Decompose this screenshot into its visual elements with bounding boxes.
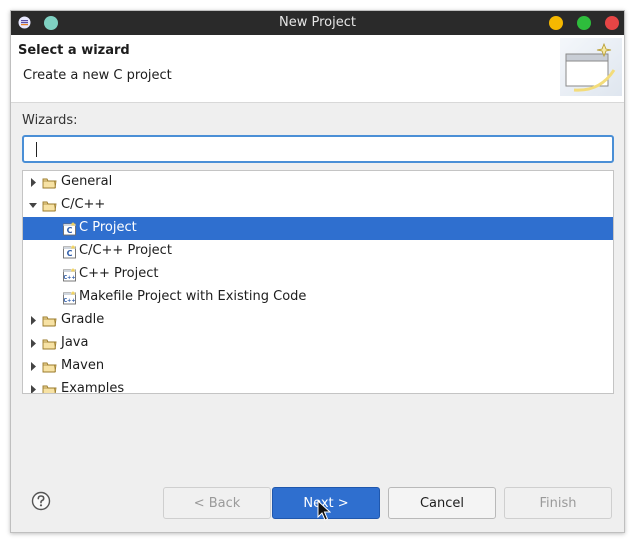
finish-button[interactable]: Finish xyxy=(504,487,612,519)
help-icon[interactable] xyxy=(31,491,51,511)
tree-item-label: Java xyxy=(61,335,89,350)
tree-item-row[interactable]: C++ Makefile Project with Existing Code xyxy=(23,286,613,309)
tree-item-label: Maven xyxy=(61,358,105,373)
minimize-button[interactable] xyxy=(549,16,563,30)
expand-arrow-icon[interactable] xyxy=(27,332,39,355)
tree-folder-row[interactable]: C/C++ xyxy=(23,194,613,217)
back-button[interactable]: < Back xyxy=(163,487,271,519)
tree-item-label: C/C++ Project xyxy=(79,243,172,258)
c-project-icon: C xyxy=(63,245,76,259)
title-bar[interactable]: New Project xyxy=(11,11,624,35)
cpp-project-icon: C++ xyxy=(63,291,76,305)
tree-item-label: Examples xyxy=(61,381,125,394)
folder-icon xyxy=(42,362,57,373)
tree-folder-row[interactable]: Maven xyxy=(23,355,613,378)
svg-text:C++: C++ xyxy=(63,275,75,281)
tree-folder-row[interactable]: Java xyxy=(23,332,613,355)
c-project-icon: C xyxy=(63,222,76,236)
tree-folder-row[interactable]: General xyxy=(23,171,613,194)
wizards-label: Wizards: xyxy=(22,113,78,128)
tree-folder-row[interactable]: Examples xyxy=(23,378,613,394)
tree-item-label: Gradle xyxy=(61,312,105,327)
wizard-filter-input[interactable] xyxy=(22,135,614,163)
dialog-window: New Project Select a wizard Create a new… xyxy=(10,10,625,533)
tree-item-label: Makefile Project with Existing Code xyxy=(79,289,307,304)
folder-icon xyxy=(42,339,57,350)
folder-icon xyxy=(42,178,57,189)
tree-item-label: C++ Project xyxy=(79,266,159,281)
folder-icon xyxy=(42,316,57,327)
cpp-project-icon: C++ xyxy=(63,268,76,282)
page-title: Select a wizard xyxy=(18,43,130,58)
expand-arrow-icon[interactable] xyxy=(27,309,39,332)
svg-text:C: C xyxy=(67,226,73,235)
close-button[interactable] xyxy=(605,16,619,30)
expand-arrow-icon[interactable] xyxy=(27,171,39,194)
tree-folder-row[interactable]: Gradle xyxy=(23,309,613,332)
wizard-tree[interactable]: General C/C++ C C Project C C/C++ Project C++ C… xyxy=(22,170,614,394)
collapse-arrow-icon[interactable] xyxy=(27,194,39,217)
expand-arrow-icon[interactable] xyxy=(27,378,39,394)
page-description: Create a new C project xyxy=(23,68,172,83)
svg-text:C++: C++ xyxy=(63,298,75,304)
expand-arrow-icon[interactable] xyxy=(27,355,39,378)
svg-text:C: C xyxy=(67,249,73,258)
tree-item-label: General xyxy=(61,174,113,189)
tree-item-row[interactable]: C++ C++ Project xyxy=(23,263,613,286)
folder-icon xyxy=(42,385,57,393)
mouse-pointer-icon xyxy=(317,500,331,521)
wizard-header: Select a wizard Create a new C project xyxy=(11,35,624,103)
tree-item-label: C Project xyxy=(79,220,137,235)
new-wizard-banner-icon xyxy=(560,38,622,96)
tree-item-row[interactable]: C C Project xyxy=(23,217,613,240)
tree-item-label: C/C++ xyxy=(61,197,106,212)
window-title: New Project xyxy=(279,15,356,30)
tree-item-row[interactable]: C C/C++ Project xyxy=(23,240,613,263)
cancel-button[interactable]: Cancel xyxy=(388,487,496,519)
text-caret xyxy=(36,142,37,157)
maximize-button[interactable] xyxy=(577,16,591,30)
folder-icon xyxy=(42,201,57,212)
